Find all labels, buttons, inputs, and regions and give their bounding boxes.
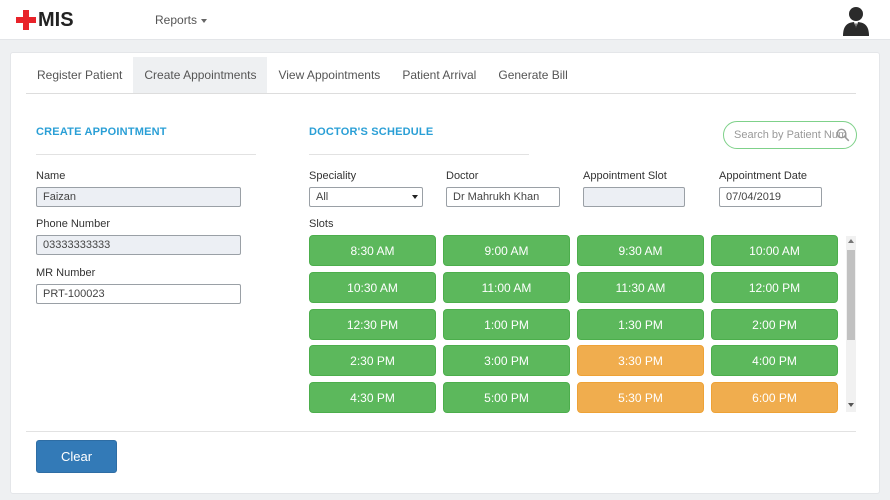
slot-button[interactable]: 10:30 AM	[309, 272, 436, 303]
slot-button[interactable]: 1:00 PM	[443, 309, 570, 340]
speciality-label: Speciality	[309, 170, 357, 182]
speciality-select[interactable]: All	[309, 187, 423, 207]
mr-number-label: MR Number	[36, 267, 96, 279]
slot-button[interactable]: 5:00 PM	[443, 382, 570, 413]
reports-menu[interactable]: Reports	[155, 13, 208, 27]
create-appointment-title: CREATE APPOINTMENT	[36, 126, 167, 138]
slot-button[interactable]: 9:00 AM	[443, 235, 570, 266]
appointment-slot-label: Appointment Slot	[583, 170, 667, 182]
slot-button[interactable]: 11:30 AM	[577, 272, 704, 303]
slot-button[interactable]: 9:30 AM	[577, 235, 704, 266]
caret-down-icon	[201, 18, 208, 23]
scroll-thumb[interactable]	[847, 250, 855, 340]
appointment-date-field[interactable]: 07/04/2019	[719, 187, 822, 207]
phone-field[interactable]: 03333333333	[36, 235, 241, 255]
doctor-field[interactable]: Dr Mahrukh Khan	[446, 187, 560, 207]
slot-button[interactable]: 2:30 PM	[309, 345, 436, 376]
scroll-down-arrow-icon[interactable]	[848, 403, 854, 407]
tab-bar: Register Patient Create Appointments Vie…	[26, 57, 856, 94]
logo-text: MIS	[38, 8, 74, 31]
phone-label: Phone Number	[36, 218, 110, 230]
user-avatar-icon[interactable]	[842, 4, 870, 36]
top-navbar: MIS Reports	[0, 0, 890, 40]
tab-view-appointments[interactable]: View Appointments	[267, 57, 391, 93]
reports-label: Reports	[155, 13, 198, 27]
scroll-up-arrow-icon[interactable]	[848, 239, 854, 243]
tab-register-patient[interactable]: Register Patient	[26, 57, 133, 93]
slots-grid: 8:30 AM 9:00 AM 9:30 AM 10:00 AM 10:30 AM 11:…	[309, 235, 845, 415]
appointment-slot-field[interactable]	[583, 187, 685, 207]
search-icon[interactable]	[836, 128, 850, 142]
name-label: Name	[36, 170, 66, 182]
slot-button[interactable]: 4:00 PM	[711, 345, 838, 376]
tab-create-appointments[interactable]: Create Appointments	[133, 57, 268, 93]
slot-button[interactable]: 6:00 PM	[711, 382, 838, 413]
appointment-date-label: Appointment Date	[719, 170, 808, 182]
slot-button[interactable]: 10:00 AM	[711, 235, 838, 266]
mr-number-field[interactable]: PRT-100023	[36, 284, 241, 304]
slot-button[interactable]: 12:30 PM	[309, 309, 436, 340]
tab-generate-bill[interactable]: Generate Bill	[487, 57, 578, 93]
speciality-value: All	[316, 191, 329, 203]
name-field[interactable]: Faizan	[36, 187, 241, 207]
bottom-divider	[26, 431, 856, 432]
slot-button[interactable]: 8:30 AM	[309, 235, 436, 266]
slot-button[interactable]: 1:30 PM	[577, 309, 704, 340]
slot-button[interactable]: 11:00 AM	[443, 272, 570, 303]
dropdown-arrow-icon	[412, 195, 418, 199]
slot-button[interactable]: 3:00 PM	[443, 345, 570, 376]
medical-cross-icon	[16, 10, 36, 30]
clear-button[interactable]: Clear	[36, 440, 117, 473]
doctor-schedule-title: DOCTOR'S SCHEDULE	[309, 126, 434, 138]
appointment-card: Register Patient Create Appointments Vie…	[10, 52, 880, 494]
slot-button[interactable]: 4:30 PM	[309, 382, 436, 413]
slots-label: Slots	[309, 218, 334, 230]
slot-button[interactable]: 12:00 PM	[711, 272, 838, 303]
slot-button[interactable]: 3:30 PM	[577, 345, 704, 376]
slot-button[interactable]: 5:30 PM	[577, 382, 704, 413]
create-appointment-divider	[36, 154, 256, 155]
app-logo[interactable]: MIS	[16, 6, 74, 34]
tab-patient-arrival[interactable]: Patient Arrival	[391, 57, 487, 93]
slot-button[interactable]: 2:00 PM	[711, 309, 838, 340]
doctor-label: Doctor	[446, 170, 479, 182]
slots-scrollbar[interactable]	[846, 236, 856, 412]
doctor-schedule-divider	[309, 154, 529, 155]
